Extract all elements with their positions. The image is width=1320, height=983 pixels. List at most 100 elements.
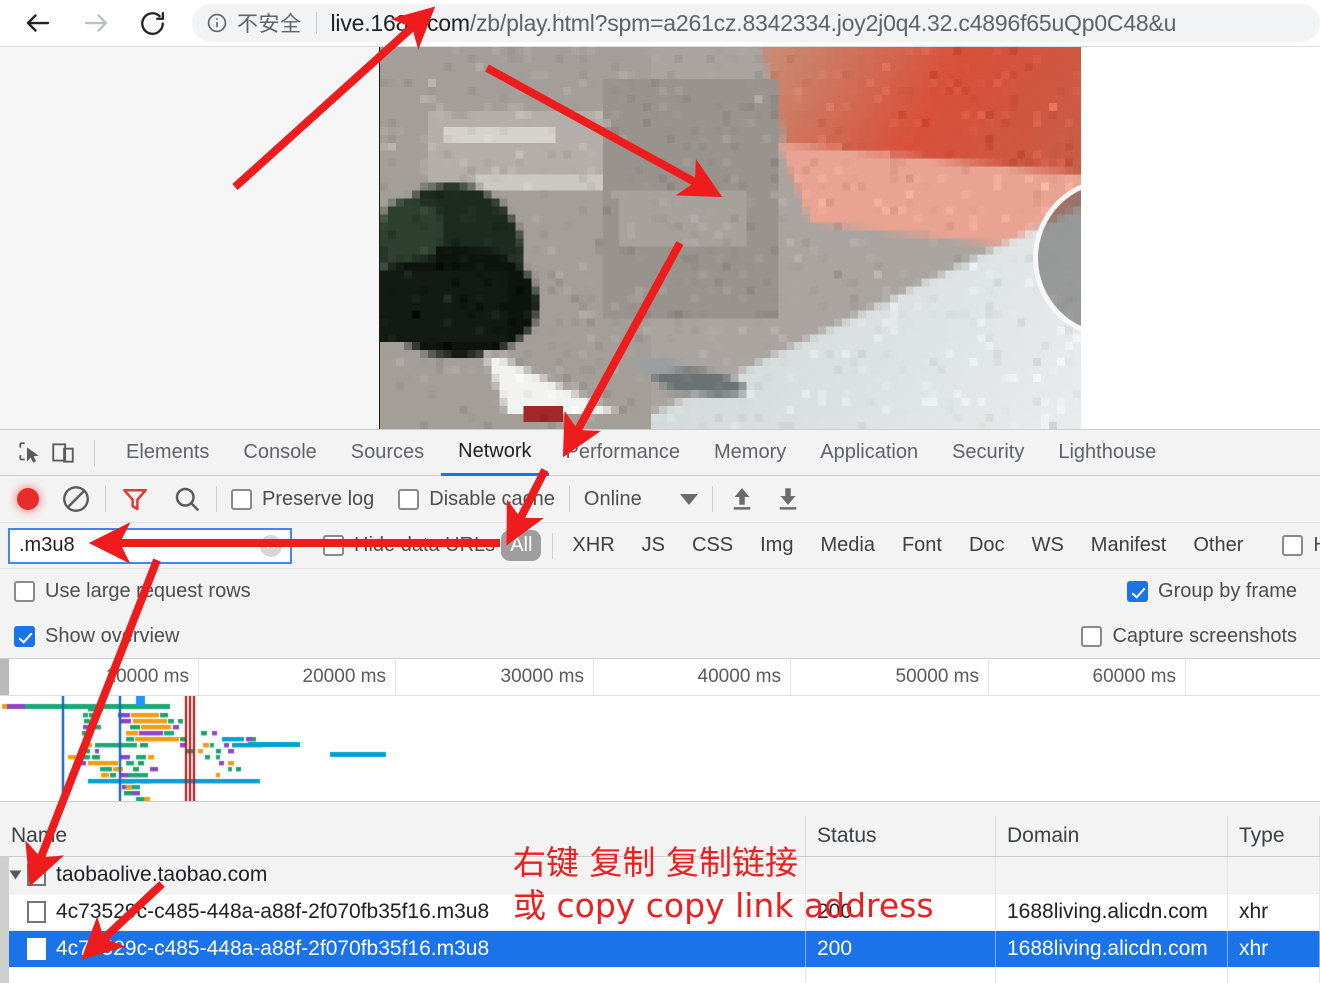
filter-toggle-button[interactable]	[120, 484, 150, 514]
clear-filter-icon[interactable]: ✕	[260, 535, 282, 557]
device-toolbar-button[interactable]	[46, 436, 80, 470]
tab-lighthouse[interactable]: Lighthouse	[1041, 430, 1173, 476]
preserve-log-box[interactable]	[231, 489, 252, 510]
request-table-header: Name Status Domain Type	[0, 816, 1320, 857]
hide-data-urls-checkbox[interactable]: Hide data URLs	[323, 534, 495, 557]
disable-cache-checkbox[interactable]: Disable cache	[398, 488, 555, 511]
address-bar[interactable]: 不安全 live.1688.com/zb/play.html?spm=a261c…	[192, 4, 1320, 42]
overview-tick-label: 50000 ms	[896, 666, 988, 688]
record-button[interactable]	[17, 488, 39, 510]
type-filter-other[interactable]: Other	[1185, 531, 1251, 560]
throttling-dropdown[interactable]: Online	[584, 488, 698, 511]
column-header-type[interactable]: Type	[1228, 816, 1320, 856]
type-filter-divider	[552, 533, 553, 559]
preserve-log-checkbox[interactable]: Preserve log	[231, 488, 374, 511]
clear-icon	[61, 484, 91, 514]
back-button[interactable]	[18, 3, 58, 43]
file-icon	[27, 901, 46, 923]
request-name-cell[interactable]: taobaolive.taobao.com	[0, 857, 806, 893]
type-filter-js[interactable]: JS	[634, 531, 673, 560]
request-name-text: taobaolive.taobao.com	[56, 863, 267, 887]
tab-network[interactable]: Network	[441, 430, 548, 476]
page-left-blank	[0, 47, 380, 430]
overview-gridline	[988, 659, 989, 695]
type-filter-xhr[interactable]: XHR	[564, 531, 622, 560]
type-filter-img[interactable]: Img	[752, 531, 801, 560]
request-table-scrollbar[interactable]	[0, 857, 9, 983]
request-row[interactable]: 4c73529c-c485-448a-a88f-2f070fb35f16.m3u…	[0, 931, 1320, 968]
overview-gridline	[593, 659, 594, 695]
devtools-panel: Elements Console Sources Network Performance…	[0, 429, 1320, 983]
reload-button[interactable]	[132, 3, 172, 43]
tab-elements[interactable]: Elements	[109, 430, 226, 476]
has-blocked-cookies-label: Has blocked c	[1313, 534, 1320, 557]
export-har-button[interactable]	[773, 484, 803, 514]
tab-sources[interactable]: Sources	[334, 430, 441, 476]
capture-screenshots-checkbox[interactable]: Capture screenshots	[1081, 625, 1297, 648]
request-table-empty-row	[0, 968, 1320, 983]
tabbar-divider	[94, 440, 95, 466]
tab-memory[interactable]: Memory	[697, 430, 803, 476]
url-host: live.1688.com	[331, 10, 470, 36]
url-path: /zb/play.html?spm=a261cz.8342334.joy2j0q…	[470, 10, 1176, 36]
video-frame	[380, 47, 1081, 430]
filter-input[interactable]: .m3u8 ✕	[8, 528, 292, 564]
column-header-name[interactable]: Name	[0, 816, 806, 856]
request-type-cell: xhr	[1228, 894, 1320, 930]
disable-cache-box[interactable]	[398, 489, 419, 510]
column-header-status[interactable]: Status	[806, 816, 996, 856]
clear-button[interactable]	[61, 484, 91, 514]
type-filter-doc[interactable]: Doc	[961, 531, 1013, 560]
has-blocked-cookies-box[interactable]	[1282, 535, 1303, 556]
tab-security[interactable]: Security	[935, 430, 1041, 476]
forward-button[interactable]	[76, 3, 116, 43]
network-toolbar: Preserve log Disable cache Online	[0, 476, 1320, 523]
empty-cell	[806, 968, 996, 983]
chevron-down-icon[interactable]	[10, 871, 22, 880]
request-name-cell[interactable]: 4c73529c-c485-448a-a88f-2f070fb35f16.m3u…	[0, 894, 806, 930]
tab-application[interactable]: Application	[803, 430, 935, 476]
request-type-cell	[1228, 857, 1320, 893]
info-circle-icon[interactable]	[206, 12, 228, 34]
show-overview-checkbox[interactable]: Show overview	[14, 625, 180, 648]
disable-cache-label: Disable cache	[429, 488, 555, 511]
import-har-button[interactable]	[727, 484, 757, 514]
live-video-player[interactable]	[380, 47, 1081, 430]
has-blocked-cookies-checkbox[interactable]: Has blocked c	[1282, 534, 1320, 557]
type-filter-css[interactable]: CSS	[684, 531, 741, 560]
overview-tick-label: 30000 ms	[501, 666, 593, 688]
request-domain-cell	[996, 857, 1228, 893]
hide-data-urls-box[interactable]	[323, 535, 344, 556]
overview-tick-label: 10000 ms	[106, 666, 198, 688]
tab-console[interactable]: Console	[226, 430, 333, 476]
type-filter-manifest[interactable]: Manifest	[1083, 531, 1175, 560]
reload-icon	[138, 9, 167, 38]
search-button[interactable]	[172, 484, 202, 514]
request-group-row[interactable]: taobaolive.taobao.com	[0, 857, 1320, 894]
request-name-cell[interactable]: 4c73529c-c485-448a-a88f-2f070fb35f16.m3u…	[0, 931, 806, 967]
toolbar-divider-3	[569, 486, 570, 512]
group-by-frame-checkbox[interactable]: Group by frame	[1127, 580, 1297, 603]
column-header-domain[interactable]: Domain	[996, 816, 1228, 856]
type-filter-media[interactable]: Media	[812, 531, 882, 560]
request-row[interactable]: 4c73529c-c485-448a-a88f-2f070fb35f16.m3u…	[0, 894, 1320, 931]
group-by-frame-box[interactable]	[1127, 581, 1148, 602]
request-name-text: 4c73529c-c485-448a-a88f-2f070fb35f16.m3u…	[56, 937, 489, 961]
use-large-request-rows-checkbox[interactable]: Use large request rows	[14, 580, 251, 603]
network-overview[interactable]: 10000 ms 20000 ms 30000 ms 40000 ms 50000 ms…	[0, 659, 1320, 802]
inspect-element-button[interactable]	[12, 436, 46, 470]
use-large-request-rows-box[interactable]	[14, 581, 35, 602]
type-filter-font[interactable]: Font	[894, 531, 950, 560]
capture-screenshots-label: Capture screenshots	[1112, 625, 1297, 648]
devtools-tabbar: Elements Console Sources Network Performance…	[0, 430, 1320, 476]
tab-performance[interactable]: Performance	[549, 430, 698, 476]
search-icon	[172, 484, 202, 514]
type-filter-ws[interactable]: WS	[1024, 531, 1072, 560]
capture-screenshots-box[interactable]	[1081, 626, 1102, 647]
show-overview-box[interactable]	[14, 626, 35, 647]
toolbar-divider-4	[712, 486, 713, 512]
type-filter-all[interactable]: All	[501, 530, 541, 561]
hide-data-urls-label: Hide data URLs	[354, 534, 495, 557]
export-har-icon	[773, 484, 803, 514]
overview-waterfall[interactable]	[0, 696, 1320, 801]
